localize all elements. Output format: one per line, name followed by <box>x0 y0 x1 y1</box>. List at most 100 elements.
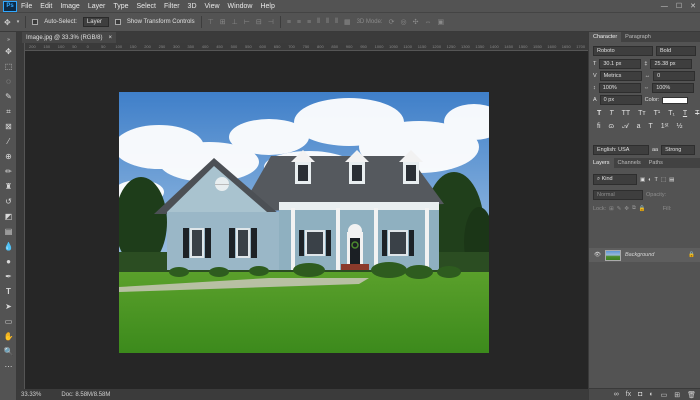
all-caps-button[interactable]: TT <box>622 110 631 117</box>
vertical-scale-field[interactable]: 100% <box>598 83 641 93</box>
panel-collapse-icon[interactable]: » <box>3 34 14 45</box>
align-middle-icon[interactable]: ⊞ <box>220 18 226 26</box>
lock-image-icon[interactable]: ✎ <box>617 206 622 212</box>
delete-layer-icon[interactable]: 🗑 <box>687 391 696 399</box>
maximize-icon[interactable]: ☐ <box>676 2 682 10</box>
tab-paragraph[interactable]: Paragraph <box>621 32 655 42</box>
font-style-dropdown[interactable]: Bold <box>656 46 696 56</box>
menu-image[interactable]: Image <box>56 3 83 10</box>
layer-kind-filter[interactable]: ⌕ Kind <box>593 174 637 185</box>
menu-file[interactable]: File <box>17 3 36 10</box>
superscript-button[interactable]: T¹ <box>654 110 661 117</box>
dodge-tool-icon[interactable]: ● <box>3 256 14 267</box>
3d-orbit-icon[interactable]: ⟳ <box>389 18 395 26</box>
font-size-field[interactable]: 30.1 px <box>599 59 642 69</box>
path-select-tool-icon[interactable]: ➤ <box>3 301 14 312</box>
menu-filter[interactable]: Filter <box>160 3 184 10</box>
lock-transparent-icon[interactable]: ⊞ <box>609 206 614 212</box>
distribute-left-icon[interactable]: ⫴ <box>317 18 320 26</box>
eraser-tool-icon[interactable]: ◩ <box>3 211 14 222</box>
3d-pan-icon[interactable]: ✣ <box>413 18 419 26</box>
new-group-icon[interactable]: ▭ <box>661 391 668 399</box>
hand-tool-icon[interactable]: ✋ <box>3 331 14 342</box>
adjustment-layer-icon[interactable]: ◐ <box>649 391 653 398</box>
menu-select[interactable]: Select <box>133 3 160 10</box>
frame-tool-icon[interactable]: ⊠ <box>3 121 14 132</box>
filter-smart-object-icon[interactable]: ▤ <box>669 177 674 183</box>
lock-artboard-icon[interactable]: ⧉ <box>632 205 636 212</box>
layer-row-background[interactable]: 👁 Background 🔒 <box>589 248 700 262</box>
lasso-tool-icon[interactable]: ◌ <box>3 76 14 87</box>
faux-italic-button[interactable]: T <box>609 110 613 117</box>
show-transform-checkbox[interactable] <box>114 19 121 25</box>
distribute-top-icon[interactable]: ≡ <box>287 19 291 26</box>
menu-edit[interactable]: Edit <box>36 3 56 10</box>
tab-paths[interactable]: Paths <box>645 158 667 168</box>
pen-tool-icon[interactable]: ✒ <box>3 271 14 282</box>
chevron-down-icon[interactable]: ▾ <box>17 19 20 25</box>
distribute-right-icon[interactable]: ⫴ <box>335 18 338 26</box>
ordinals-button[interactable]: 1ˢᵗ <box>661 123 669 131</box>
language-dropdown[interactable]: English: USA <box>593 145 649 155</box>
strikethrough-button[interactable]: T <box>695 110 699 117</box>
tracking-field[interactable]: 0 <box>653 71 696 81</box>
faux-bold-button[interactable]: T <box>597 110 601 117</box>
close-tab-icon[interactable]: × <box>108 35 112 41</box>
blend-mode-dropdown[interactable]: Normal <box>593 190 643 200</box>
gradient-tool-icon[interactable]: ▤ <box>3 226 14 237</box>
quick-select-tool-icon[interactable]: ✎ <box>3 91 14 102</box>
eyedropper-tool-icon[interactable]: ⁄ <box>3 136 14 147</box>
move-tool-icon[interactable]: ✥ <box>3 46 14 57</box>
vertical-ruler[interactable] <box>17 43 25 389</box>
align-right-icon[interactable]: ⊣ <box>268 18 274 26</box>
lock-all-icon[interactable]: 🔒 <box>639 206 646 212</box>
marquee-tool-icon[interactable]: ⬚ <box>3 61 14 72</box>
more-tools-icon[interactable]: ⋯ <box>3 361 14 372</box>
tab-character[interactable]: Character <box>589 32 622 42</box>
filter-adjustment-icon[interactable]: ◐ <box>648 177 651 183</box>
clone-stamp-tool-icon[interactable]: ♜ <box>3 181 14 192</box>
menu-window[interactable]: Window <box>224 3 257 10</box>
menu-layer[interactable]: Layer <box>84 3 110 10</box>
text-color-swatch[interactable] <box>662 96 689 104</box>
document-size-info[interactable]: Doc: 8.58M/8.58M <box>61 392 110 398</box>
filter-type-icon[interactable]: T <box>655 177 658 183</box>
brush-tool-icon[interactable]: ✏ <box>3 166 14 177</box>
anti-alias-dropdown[interactable]: Strong <box>661 145 696 155</box>
stylistic-alternates-button[interactable]: a <box>637 123 641 131</box>
auto-select-checkbox[interactable] <box>32 19 39 25</box>
3d-slide-icon[interactable]: ⇔ <box>424 19 431 26</box>
tab-layers[interactable]: Layers <box>589 158 614 168</box>
layer-style-icon[interactable]: fx <box>626 391 631 398</box>
history-brush-tool-icon[interactable]: ↺ <box>3 196 14 207</box>
titling-alternates-button[interactable]: T <box>649 123 653 131</box>
lock-position-icon[interactable]: ✥ <box>624 206 629 212</box>
small-caps-button[interactable]: Tт <box>638 110 645 117</box>
tab-channels[interactable]: Channels <box>614 158 645 168</box>
minimize-icon[interactable]: — <box>661 3 668 10</box>
link-layers-icon[interactable]: ∞ <box>614 391 619 398</box>
add-mask-icon[interactable]: ◘ <box>638 391 642 398</box>
visibility-eye-icon[interactable]: 👁 <box>594 252 601 258</box>
3d-roll-icon[interactable]: ◎ <box>400 18 406 26</box>
align-top-icon[interactable]: ⊤ <box>208 18 214 26</box>
distribute-middle-icon[interactable]: ≡ <box>297 19 301 26</box>
auto-align-icon[interactable]: ▦ <box>344 18 351 26</box>
horizontal-scale-field[interactable]: 100% <box>652 83 695 93</box>
rectangle-tool-icon[interactable]: ▭ <box>3 316 14 327</box>
menu-view[interactable]: View <box>201 3 224 10</box>
distribute-center-icon[interactable]: ⫴ <box>326 18 329 26</box>
discretionary-ligature-button[interactable]: ɷ <box>609 123 614 131</box>
subscript-button[interactable]: T₁ <box>668 110 675 117</box>
zoom-tool-icon[interactable]: 🔍 <box>3 346 14 357</box>
close-icon[interactable]: ✕ <box>690 2 696 10</box>
3d-scale-icon[interactable]: ▣ <box>437 18 444 26</box>
document-tab[interactable]: Image.jpg @ 33.3% (RGB/8) × <box>22 32 116 43</box>
zoom-level[interactable]: 33.33% <box>21 392 41 398</box>
type-tool-icon[interactable]: T <box>3 286 14 297</box>
fractions-button[interactable]: ½ <box>677 123 683 131</box>
align-bottom-icon[interactable]: ⊥ <box>232 18 238 26</box>
align-center-icon[interactable]: ⊟ <box>256 18 262 26</box>
align-left-icon[interactable]: ⊢ <box>244 18 250 26</box>
filter-shape-icon[interactable]: ⬚ <box>661 177 666 183</box>
